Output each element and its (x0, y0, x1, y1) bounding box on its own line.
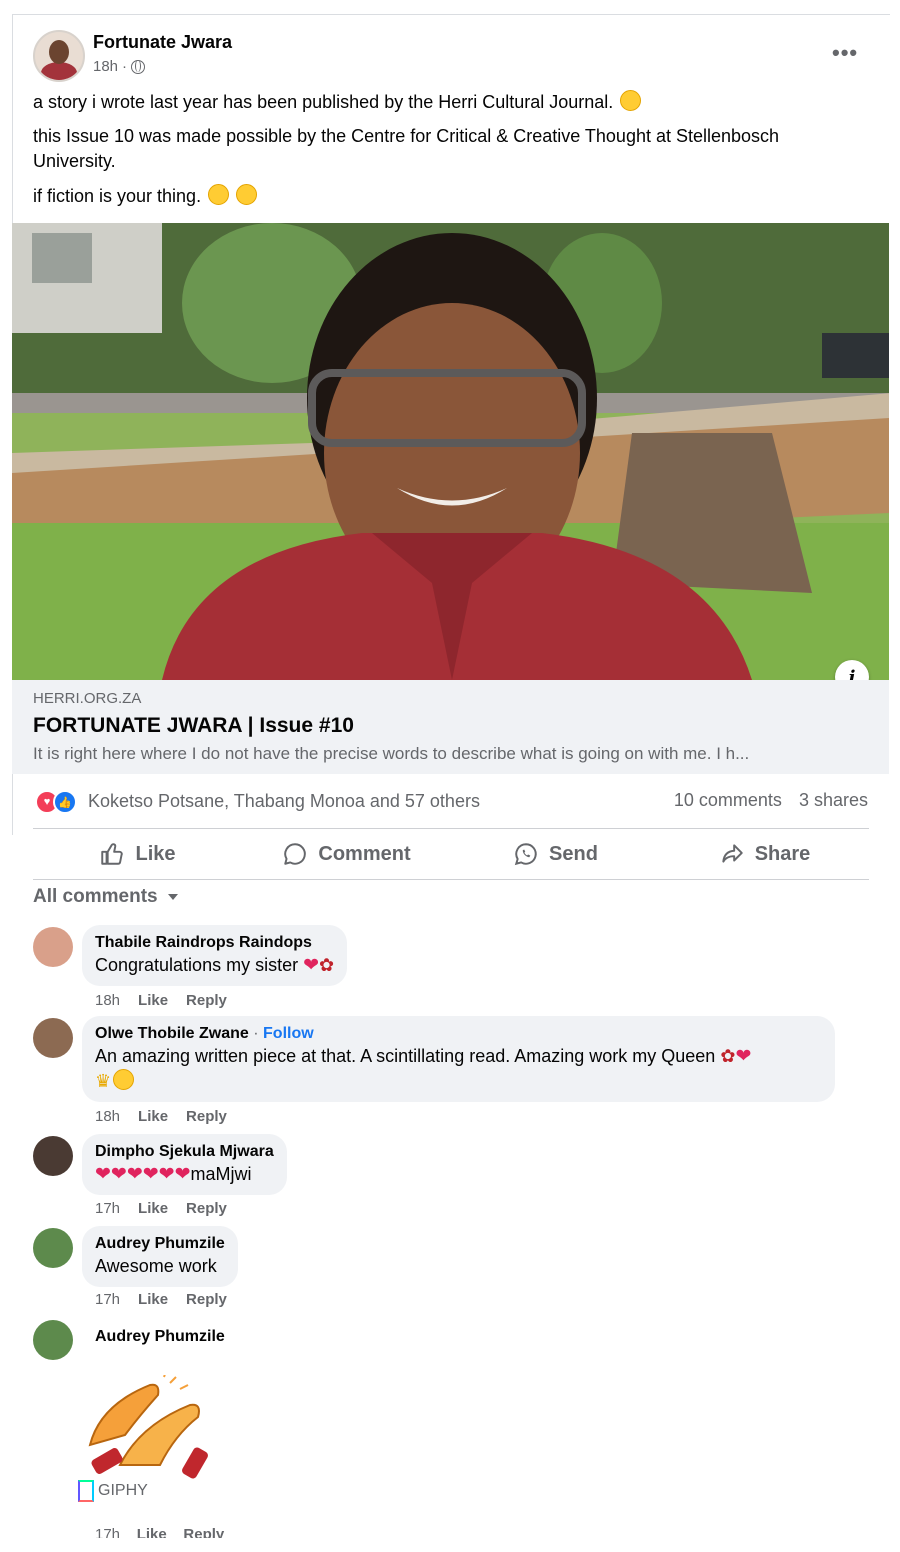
comments-filter-dropdown[interactable]: All comments (33, 886, 178, 908)
engagement-counts: 10 comments 3 shares (662, 790, 868, 811)
post-paragraph-1: a story i wrote last year has been publi… (33, 90, 642, 115)
comment-like-button[interactable]: Like (138, 992, 168, 1009)
star-struck-emoji-icon (620, 90, 642, 111)
commenter-avatar[interactable] (33, 1136, 73, 1176)
comment-time[interactable]: 18h (95, 992, 120, 1009)
rose-emoji-icon: ✿ (720, 1046, 736, 1066)
comment-icon (284, 843, 307, 865)
shares-count[interactable]: 3 shares (799, 790, 868, 810)
link-description: It is right here where I do not have the… (33, 744, 750, 763)
globe-icon (131, 59, 146, 74)
thumbs-up-icon (101, 843, 124, 865)
comment-reply-button[interactable]: Reply (186, 1200, 227, 1217)
giphy-attribution: GIPHY (78, 1480, 148, 1502)
clapping-hands-gif[interactable] (80, 1370, 220, 1485)
comment-time[interactable]: 18h (95, 1108, 120, 1125)
link-preview-image[interactable] (12, 223, 889, 680)
post-author[interactable]: Fortunate Jwara (93, 32, 232, 53)
like-button[interactable]: Like (33, 830, 242, 878)
comment-time[interactable]: 17h (95, 1200, 120, 1217)
commenter-name[interactable]: Audrey Phumzile (95, 1234, 225, 1254)
whatsapp-icon (514, 843, 537, 866)
follow-button[interactable]: Follow (263, 1025, 314, 1042)
commenter-name[interactable]: Audrey Phumzile (95, 1327, 225, 1347)
relieved-emoji-icon (236, 184, 258, 205)
comment-bubble: Audrey Phumzile Awesome work (82, 1226, 238, 1287)
author-avatar[interactable] (33, 30, 85, 82)
commenter-name[interactable]: Thabile Raindrops Raindops (95, 933, 334, 953)
comment-bubble: Dimpho Sjekula Mjwara ❤❤❤❤❤❤maMjwi (82, 1134, 287, 1195)
comment-reply-button[interactable]: Reply (186, 1291, 227, 1308)
comment-time[interactable]: 17h (95, 1291, 120, 1308)
commenter-avatar[interactable] (33, 927, 73, 967)
divider (33, 879, 869, 880)
commenter-avatar[interactable] (33, 1228, 73, 1268)
more-dots-icon[interactable]: ••• (832, 40, 858, 66)
crown-emoji-icon: ♛ (95, 1071, 112, 1091)
commenter-name[interactable]: Dimpho Sjekula Mjwara (95, 1142, 274, 1162)
comment-meta: 18h Like Reply (95, 1108, 227, 1125)
post-paragraph-3: if fiction is your thing. (33, 184, 258, 209)
comment-text: Awesome work (95, 1256, 217, 1276)
post-actions: Like Comment Send Share (33, 830, 869, 878)
post-meta: 18h · (93, 58, 146, 75)
comment-like-button[interactable]: Like (138, 1200, 168, 1217)
comment-text: An amazing written piece at that. A scin… (95, 1046, 752, 1091)
commenter-name[interactable]: Olwe Thobile Zwane (95, 1025, 249, 1042)
reaction-icons[interactable]: ♥ 👍 (35, 790, 77, 814)
grin-emoji-icon (208, 184, 230, 205)
post-paragraph-2: this Issue 10 was made possible by the C… (33, 126, 780, 171)
comment-like-button[interactable]: Like (138, 1108, 168, 1125)
comment-text: Congratulations my sister ❤✿ (95, 955, 335, 976)
comment-meta: 17h Like Reply (95, 1291, 227, 1308)
smile-emoji-icon (113, 1069, 135, 1090)
post-time[interactable]: 18h (93, 58, 118, 75)
giphy-logo-icon (78, 1480, 94, 1502)
link-title[interactable]: FORTUNATE JWARA | Issue #10 (33, 714, 354, 738)
comment-meta: 18h Like Reply (95, 992, 227, 1009)
comments-count[interactable]: 10 comments (674, 790, 782, 810)
divider (33, 828, 869, 829)
comment-text: ❤❤❤❤❤❤maMjwi (95, 1164, 252, 1185)
comment-reply-button[interactable]: Reply (186, 1108, 227, 1125)
caret-down-icon (167, 894, 178, 900)
comment-reply-button[interactable]: Reply (186, 992, 227, 1009)
comment-meta: 17h Like Reply (95, 1526, 225, 1538)
heart-emoji-icon: ❤ (735, 1046, 752, 1067)
link-preview[interactable]: HERRI.ORG.ZA FORTUNATE JWARA | Issue #10… (12, 680, 889, 774)
like-reaction-icon: 👍 (53, 790, 77, 814)
link-domain: HERRI.ORG.ZA (33, 690, 142, 707)
commenter-avatar[interactable] (33, 1018, 73, 1058)
reactors-summary[interactable]: Koketso Potsane, Thabang Monoa and 57 ot… (88, 791, 480, 812)
comment-bubble: Thabile Raindrops Raindops Congratulatio… (82, 925, 348, 986)
comment-button[interactable]: Comment (242, 830, 451, 878)
comment-like-button[interactable]: Like (138, 1291, 168, 1308)
rose-emoji-icon: ✿ (319, 955, 335, 975)
hearts-emoji-icon: ❤❤❤❤❤❤ (95, 1164, 191, 1185)
comment-meta: 17h Like Reply (95, 1200, 227, 1217)
comment-bubble: Olwe Thobile Zwane · Follow An amazing w… (82, 1016, 835, 1102)
share-icon (722, 844, 743, 863)
send-button[interactable]: Send (451, 830, 660, 878)
share-button[interactable]: Share (660, 830, 869, 878)
commenter-avatar[interactable] (33, 1320, 73, 1360)
heart-emoji-icon: ❤ (303, 955, 320, 976)
